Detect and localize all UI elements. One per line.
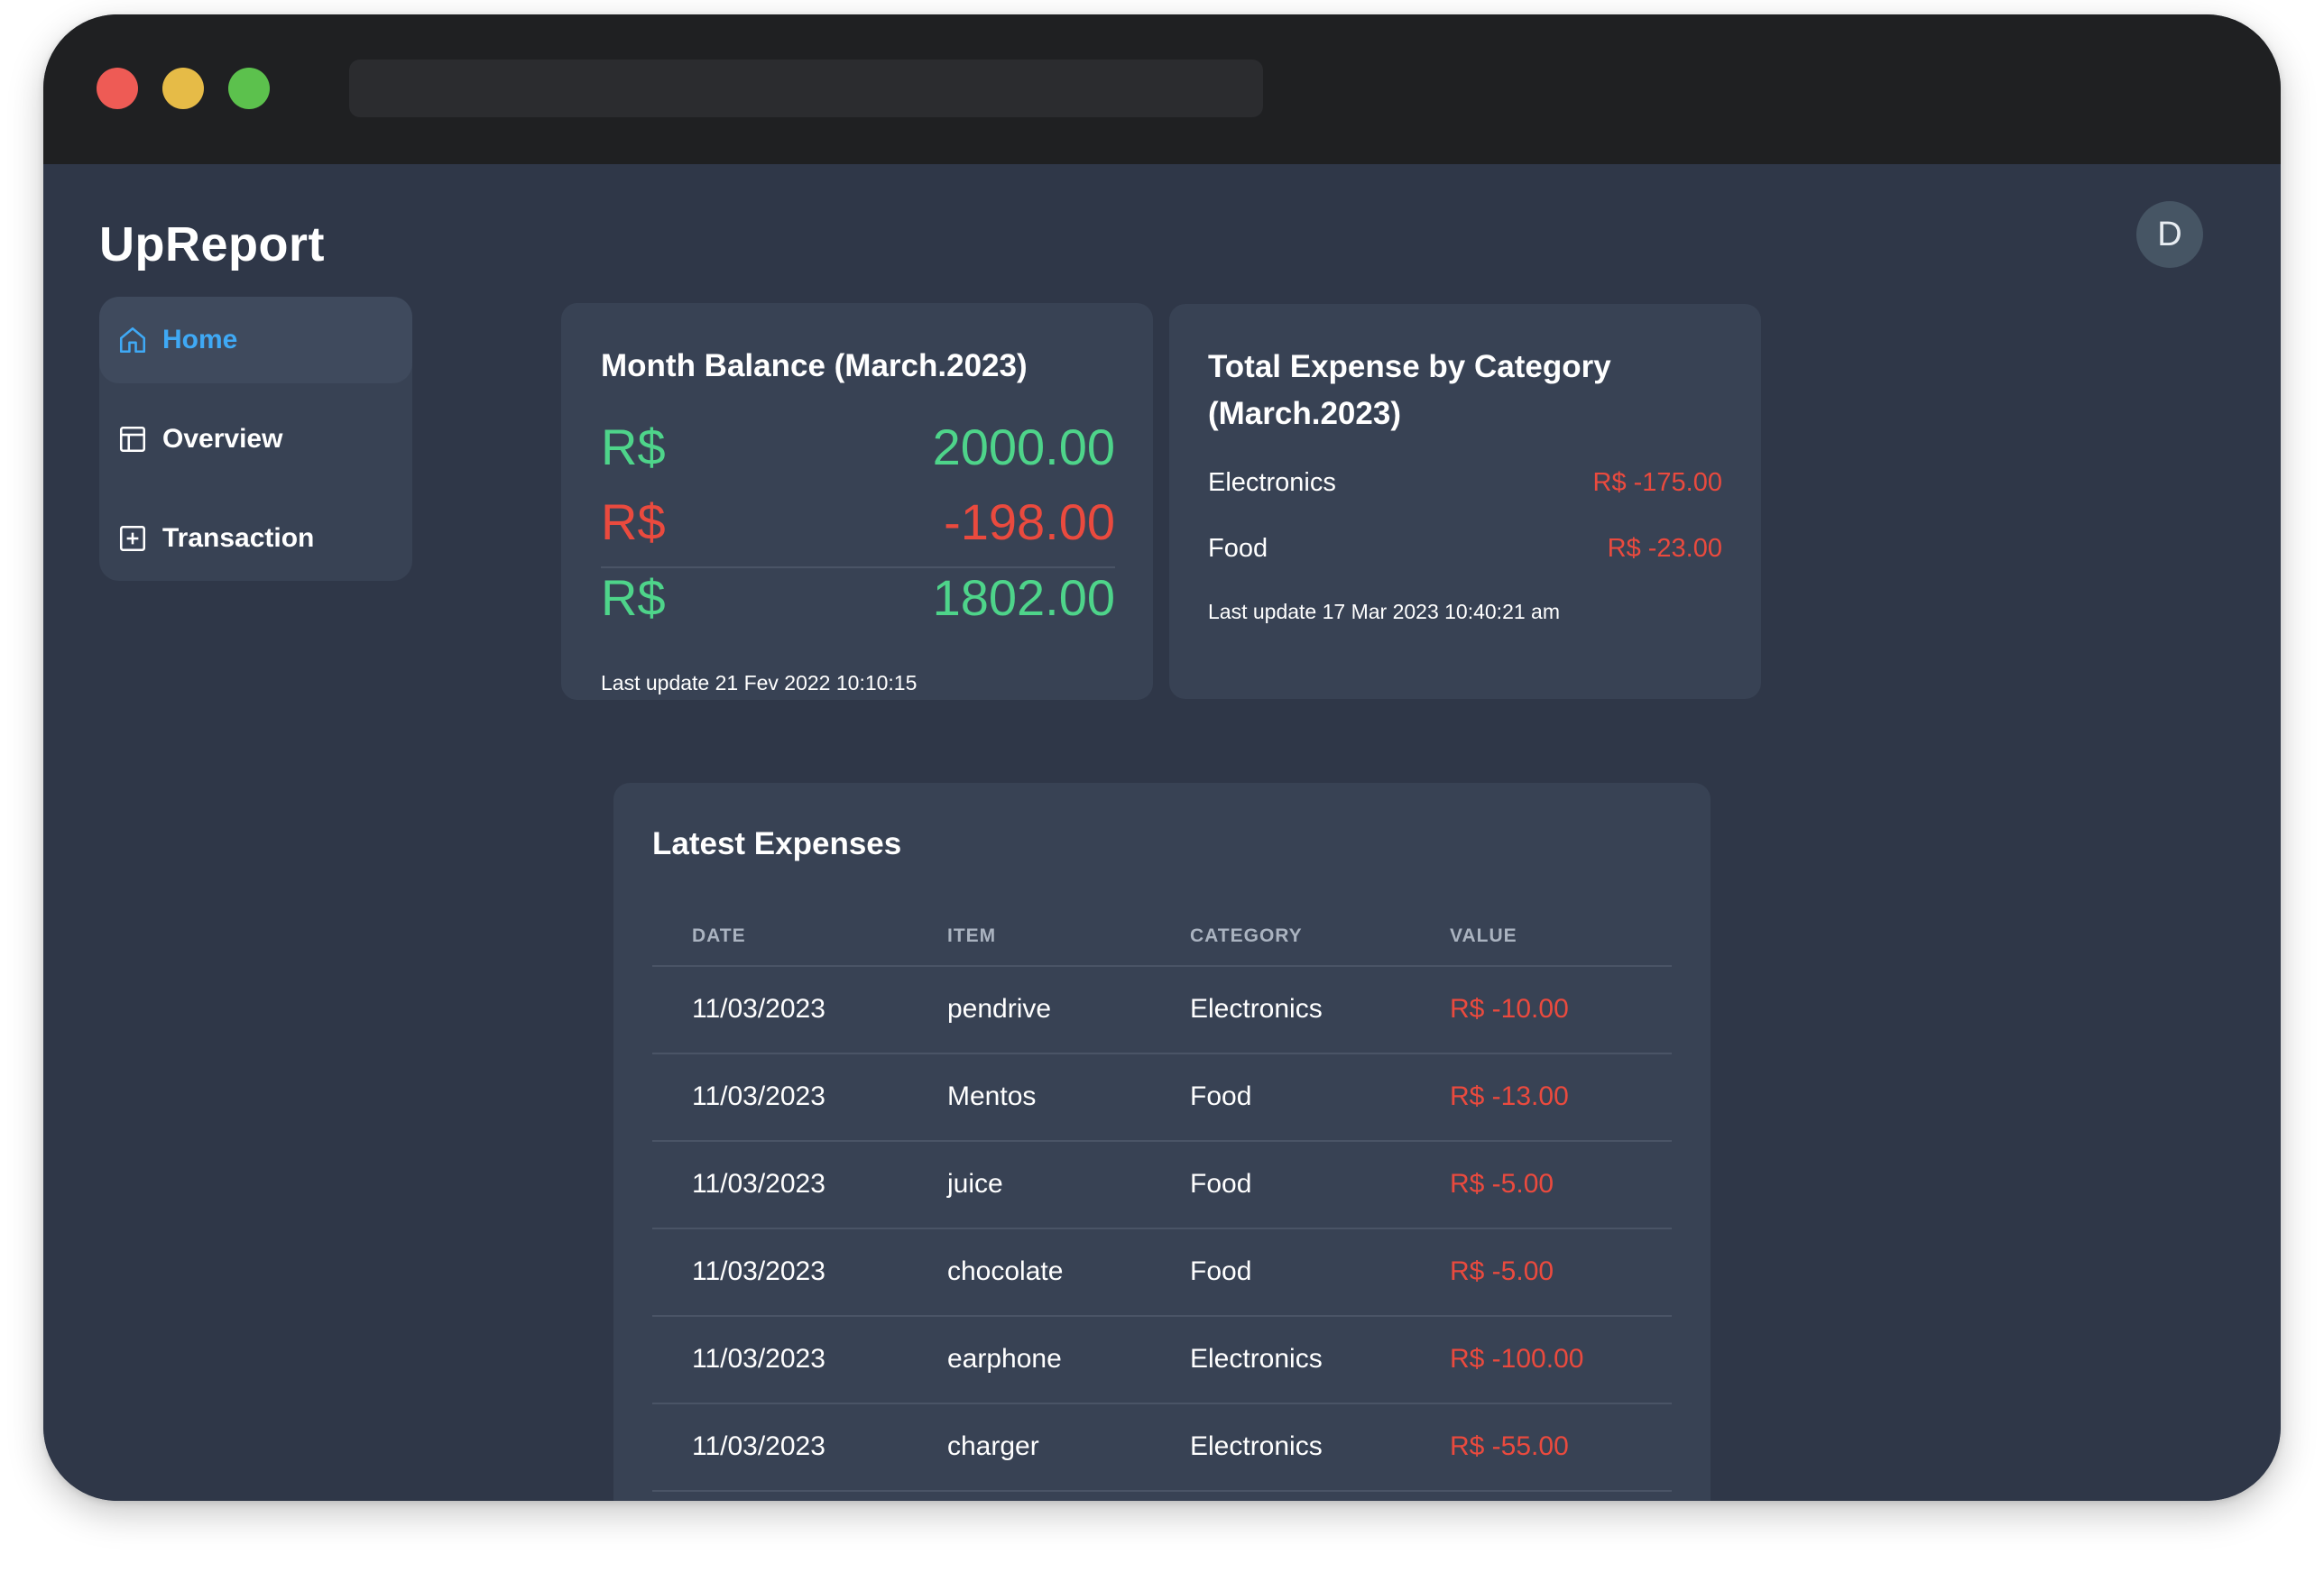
column-header-value[interactable]: VALUE [1450,925,1517,947]
sidebar-item-label: Transaction [162,523,315,553]
expense-value: -198.00 [944,492,1115,550]
expense-by-category-card: Total Expense by Category (March.2023) E… [1169,304,1761,699]
sidebar-item-overview[interactable]: Overview [99,396,412,483]
minimize-window-button[interactable] [162,68,204,109]
cell-date: 11/03/2023 [692,1256,825,1286]
table-header: DATE ITEM CATEGORY VALUE [652,906,1672,967]
cell-category: Electronics [1190,994,1323,1024]
table-row[interactable]: 11/03/2023 charger Electronics R$ -55.00 [652,1404,1672,1492]
currency-label: R$ [601,492,666,550]
income-value: 2000.00 [932,418,1115,475]
table-row[interactable]: 11/03/2023 pendrive Electronics R$ -10.0… [652,967,1672,1054]
card-title: Latest Expenses [652,826,902,861]
category-row: Food R$ -23.00 [1208,534,1722,564]
last-update-text: Last update 17 Mar 2023 10:40:21 am [1208,600,1561,623]
cell-value: R$ -55.00 [1450,1431,1569,1461]
close-window-button[interactable] [97,68,138,109]
sidebar-item-home[interactable]: Home [99,297,412,383]
category-value: R$ -23.00 [1607,534,1722,563]
plus-square-icon [119,525,146,552]
app-logo-text: UpReport [99,217,325,271]
last-update-text: Last update 21 Fev 2022 10:10:15 [601,671,918,695]
cell-item: chocolate [947,1256,1064,1286]
table-row[interactable]: 11/03/2023 earphone Electronics R$ -100.… [652,1317,1672,1404]
column-header-category[interactable]: CATEGORY [1190,925,1303,947]
sidebar-item-transaction[interactable]: Transaction [99,495,412,581]
layout-icon [119,426,146,453]
user-avatar[interactable]: D [2136,201,2203,268]
cell-value: R$ -10.00 [1450,994,1569,1024]
latest-expenses-card: Latest Expenses DATE ITEM CATEGORY VALUE… [613,783,1711,1501]
sidebar-item-label: Overview [162,424,283,454]
address-bar[interactable] [349,60,1263,117]
maximize-window-button[interactable] [228,68,270,109]
month-balance-card: Month Balance (March.2023) R$ 2000.00 R$… [561,303,1153,700]
cell-item: pendrive [947,994,1052,1024]
cell-date: 11/03/2023 [692,1431,825,1461]
cell-category: Food [1190,1256,1252,1286]
category-name: Electronics [1208,468,1336,497]
table-row[interactable]: 11/03/2023 juice Food R$ -5.00 [652,1142,1672,1229]
cell-value: R$ -5.00 [1450,1169,1554,1199]
cell-value: R$ -100.00 [1450,1344,1584,1374]
cell-date: 11/03/2023 [692,994,825,1024]
cell-item: juice [947,1169,1003,1199]
cell-date: 11/03/2023 [692,1169,825,1199]
category-name: Food [1208,534,1268,563]
cell-item: Mentos [947,1081,1037,1111]
cell-category: Electronics [1190,1431,1323,1461]
cell-date: 11/03/2023 [692,1344,825,1374]
table-row[interactable]: 11/03/2023 Mentos Food R$ -13.00 [652,1054,1672,1142]
title-bar [43,14,2281,164]
currency-label: R$ [601,418,666,475]
column-header-date[interactable]: DATE [692,925,746,947]
browser-window: UpReport D Home Overview Transaction Mon… [43,14,2281,1501]
sidebar-nav: Home Overview Transaction [99,297,412,581]
home-icon [119,327,146,354]
cell-date: 11/03/2023 [692,1081,825,1111]
column-header-item[interactable]: ITEM [947,925,996,947]
currency-label: R$ [601,568,666,626]
cell-value: R$ -13.00 [1450,1081,1569,1111]
income-row: R$ 2000.00 [601,412,1115,481]
cell-category: Food [1190,1169,1252,1199]
expenses-table: DATE ITEM CATEGORY VALUE 11/03/2023 pend… [652,906,1672,1492]
cell-value: R$ -5.00 [1450,1256,1554,1286]
card-title: Total Expense by Category (March.2023) [1208,349,1611,431]
expense-row: R$ -198.00 [601,487,1115,556]
category-value: R$ -175.00 [1592,468,1723,497]
app-content: UpReport D Home Overview Transaction Mon… [43,164,2281,1501]
table-row[interactable]: 11/03/2023 chocolate Food R$ -5.00 [652,1229,1672,1317]
total-value: 1802.00 [932,568,1115,626]
sidebar-item-label: Home [162,325,238,354]
card-title: Month Balance (March.2023) [601,348,1028,383]
cell-category: Food [1190,1081,1252,1111]
cell-item: earphone [947,1344,1062,1374]
category-row: Electronics R$ -175.00 [1208,468,1722,498]
cell-item: charger [947,1431,1039,1461]
total-row: R$ 1802.00 [601,563,1115,631]
cell-category: Electronics [1190,1344,1323,1374]
